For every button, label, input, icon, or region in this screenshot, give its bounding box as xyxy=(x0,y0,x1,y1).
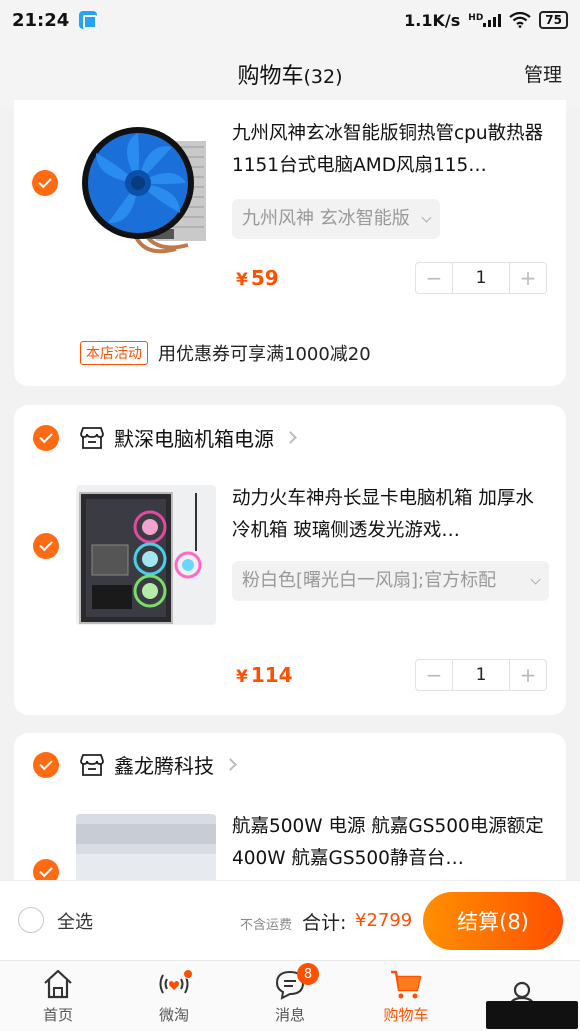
cart-icon xyxy=(391,970,422,999)
chevron-right-icon xyxy=(224,758,237,771)
watermark-logo xyxy=(486,1001,578,1029)
product-title[interactable]: 动力火车神舟长显卡电脑机箱 加厚水冷机箱 玻璃侧透发光游戏… xyxy=(232,483,550,547)
shop-name: 鑫龙腾科技 xyxy=(114,754,214,778)
product-title[interactable]: 九州风神玄冰智能版铜热管cpu散热器1151台式电脑AMD风扇115… xyxy=(232,118,550,182)
sku-label: 九州风神 玄冰智能版 xyxy=(242,208,410,229)
page-header: 购物车(32) 管理 xyxy=(0,40,580,108)
tab-home[interactable]: 首页 xyxy=(0,961,116,1031)
cpu-cooler-image xyxy=(82,127,206,254)
product-title[interactable]: 航嘉500W 电源 航嘉GS500电源额定400W 航嘉GS500静音台… xyxy=(232,811,550,875)
shop-icon xyxy=(80,753,104,776)
battery-indicator: 75 xyxy=(539,11,568,29)
price-value: 59 xyxy=(250,266,279,290)
sku-label: 粉白色[曙光白一风扇];官方标配 xyxy=(242,570,497,591)
tab-messages[interactable]: 8 消息 xyxy=(232,961,348,1031)
tab-weitao[interactable]: 微淘 xyxy=(116,961,232,1031)
cellular-signal-icon: HD xyxy=(468,13,502,27)
chevron-down-icon xyxy=(421,212,432,223)
home-icon xyxy=(44,969,72,999)
increase-button[interactable]: + xyxy=(510,660,546,690)
increase-button[interactable]: + xyxy=(510,263,546,293)
notification-dot xyxy=(183,969,193,979)
quantity-stepper[interactable]: − 1 + xyxy=(415,262,547,294)
decrease-button[interactable]: − xyxy=(416,263,452,293)
item-checkbox[interactable] xyxy=(32,170,58,196)
item-checkbox[interactable] xyxy=(33,533,59,559)
chevron-right-icon xyxy=(284,431,297,444)
chevron-down-icon xyxy=(530,574,541,585)
page-title-text: 购物车 xyxy=(237,64,304,89)
shop-icon xyxy=(80,426,104,449)
status-bar: 21:24 1.1K/s HD 75 xyxy=(0,0,580,40)
hd-label: HD xyxy=(468,13,484,23)
shop-card: 默深电脑机箱电源 动力火车神舟长显卡电脑机箱 加厚水冷机箱 玻璃侧透发光游戏… … xyxy=(14,405,566,715)
app-notification-icon xyxy=(79,11,98,29)
tab-cart[interactable]: 购物车 xyxy=(348,961,464,1031)
tab-label: 购物车 xyxy=(383,1006,429,1024)
quantity-stepper[interactable]: − 1 + xyxy=(415,659,547,691)
wifi-icon xyxy=(509,12,531,28)
pc-case-image xyxy=(76,485,216,625)
checkout-button[interactable]: 结算(8) xyxy=(423,892,563,950)
total-value: ¥2799 xyxy=(355,910,413,931)
page-title: 购物车(32) xyxy=(237,58,342,90)
message-badge: 8 xyxy=(297,963,319,985)
freight-note: 不含运费 xyxy=(240,918,293,933)
select-all-label[interactable]: 全选 xyxy=(57,908,93,934)
tab-label: 微淘 xyxy=(158,1006,189,1024)
manage-button[interactable]: 管理 xyxy=(524,60,562,87)
cart-count: (32) xyxy=(303,66,343,88)
sku-selector[interactable]: 粉白色[曙光白一风扇];官方标配 xyxy=(232,561,549,601)
checkout-bar: 全选 不含运费 合计: ¥2799 结算(8) xyxy=(0,880,580,960)
sku-selector[interactable]: 九州风神 玄冰智能版 xyxy=(232,199,440,239)
tab-label: 首页 xyxy=(42,1006,73,1024)
product-price: ¥114 xyxy=(236,663,293,687)
shop-card: 鑫龙腾科技 航嘉500W 电源 航嘉GS500电源额定400W 航嘉GS500静… xyxy=(14,733,566,893)
select-all-checkbox[interactable] xyxy=(18,907,44,933)
shop-checkbox[interactable] xyxy=(33,425,59,451)
message-icon-wrap: 8 xyxy=(273,963,319,1001)
promo-text: 用优惠券可享满1000减20 xyxy=(158,344,371,365)
weitao-icon-wrap xyxy=(157,967,193,1001)
shop-card: 九州风神玄冰智能版铜热管cpu散热器1151台式电脑AMD风扇115… 九州风神… xyxy=(14,100,566,386)
network-speed: 1.1K/s xyxy=(404,10,461,30)
currency-symbol: ¥ xyxy=(236,667,248,687)
product-image[interactable] xyxy=(76,117,216,257)
shop-header[interactable]: 默深电脑机箱电源 xyxy=(80,423,297,452)
shop-name: 默深电脑机箱电源 xyxy=(114,427,274,451)
quantity-value[interactable]: 1 xyxy=(452,263,510,293)
decrease-button[interactable]: − xyxy=(416,660,452,690)
currency-symbol: ¥ xyxy=(236,270,248,290)
shop-header[interactable]: 鑫龙腾科技 xyxy=(80,750,237,779)
shop-checkbox[interactable] xyxy=(33,752,59,778)
promo-tag: 本店活动 xyxy=(80,341,148,365)
quantity-value[interactable]: 1 xyxy=(452,660,510,690)
status-time: 21:24 xyxy=(12,9,70,31)
price-value: 114 xyxy=(250,663,293,687)
status-right-group: 1.1K/s HD 75 xyxy=(404,11,568,30)
total-label: 合计: xyxy=(302,912,347,934)
tab-label: 消息 xyxy=(274,1006,305,1024)
product-image[interactable] xyxy=(76,485,216,625)
shop-promotion[interactable]: 本店活动 用优惠券可享满1000减20 xyxy=(80,340,371,366)
product-price: ¥59 xyxy=(236,266,279,290)
